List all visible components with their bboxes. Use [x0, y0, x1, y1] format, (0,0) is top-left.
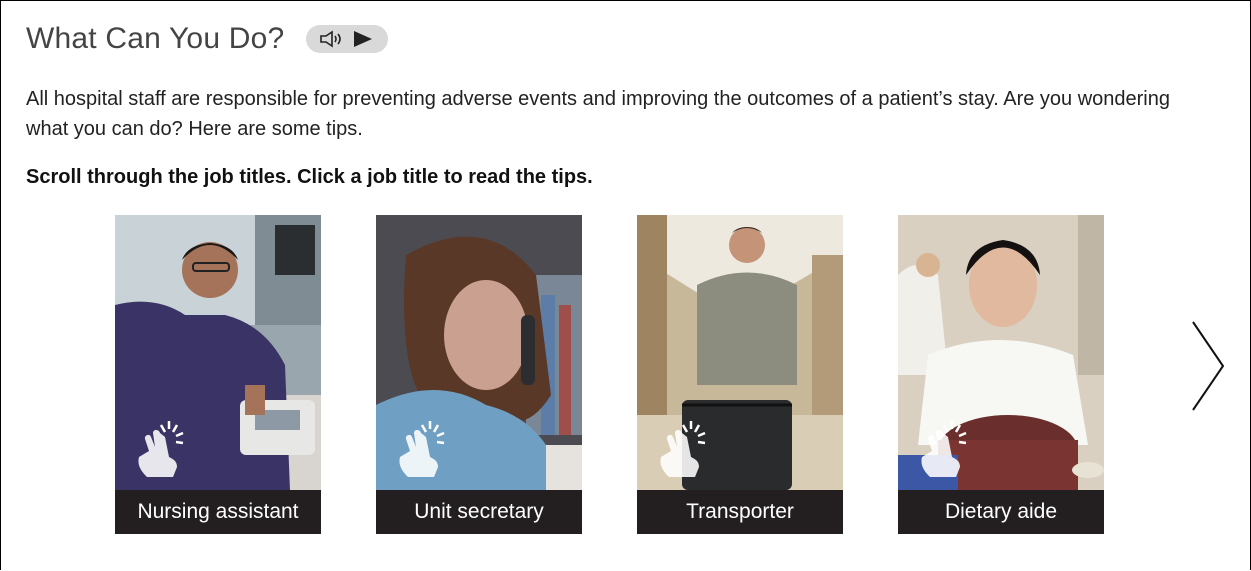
- title-row: What Can You Do?: [26, 22, 389, 56]
- job-title-label[interactable]: Unit secretary: [376, 490, 582, 534]
- job-card-unit-secretary[interactable]: Unit secretary: [376, 215, 582, 534]
- speaker-icon: [320, 30, 342, 48]
- tap-hand-icon: [921, 421, 967, 477]
- job-card-nursing-assistant[interactable]: Nursing assistant: [115, 215, 321, 534]
- audio-play-button[interactable]: [306, 25, 389, 53]
- page-title: What Can You Do?: [26, 22, 285, 55]
- job-title-label[interactable]: Nursing assistant: [115, 490, 321, 534]
- instruction-text: Scroll through the job titles. Click a j…: [26, 166, 593, 188]
- job-card-dietary-aide[interactable]: Dietary aide: [898, 215, 1104, 534]
- intro-text: All hospital staff are responsible for p…: [26, 88, 1170, 140]
- tap-hand-icon: [138, 421, 184, 477]
- job-card-transporter[interactable]: Transporter: [637, 215, 843, 534]
- chevron-right-icon[interactable]: [1185, 318, 1229, 414]
- job-title-label[interactable]: Transporter: [637, 490, 843, 534]
- play-icon: [354, 31, 373, 47]
- tap-hand-icon: [660, 421, 706, 477]
- job-title-label[interactable]: Dietary aide: [898, 490, 1104, 534]
- tap-hand-icon: [399, 421, 445, 477]
